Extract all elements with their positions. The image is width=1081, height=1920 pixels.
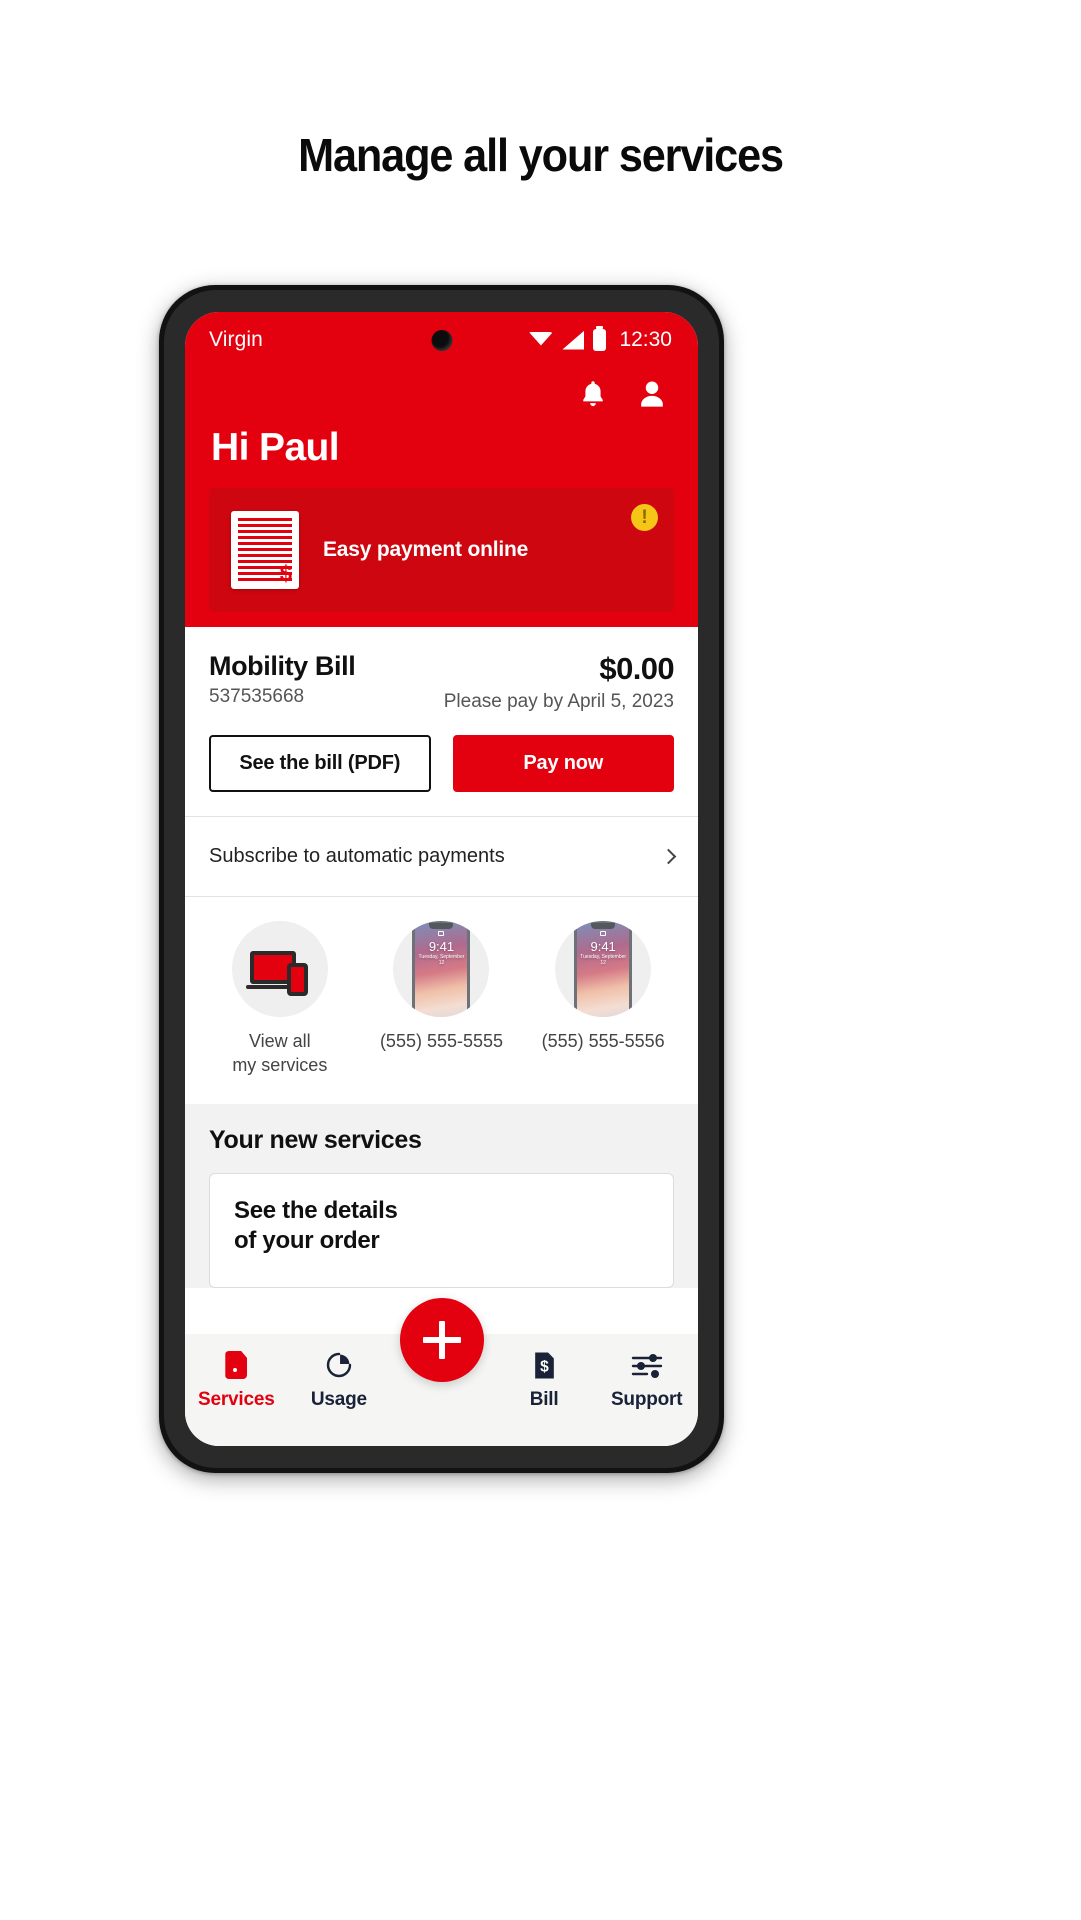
see-bill-pdf-button[interactable]: See the bill (PDF) xyxy=(209,735,431,792)
tab-label: Bill xyxy=(529,1389,559,1410)
tab-bill[interactable]: $ Bill xyxy=(493,1350,596,1411)
bill-right: $0.00 Please pay by April 5, 2023 xyxy=(443,651,675,713)
bill-document-icon: $ xyxy=(532,1350,557,1380)
carrier-label: Virgin xyxy=(209,328,263,351)
subscribe-automatic-payments-row[interactable]: Subscribe to automatic payments xyxy=(185,817,698,896)
bill-left: Mobility Bill 537535668 xyxy=(209,651,356,708)
svg-text:$: $ xyxy=(540,1358,549,1375)
new-services-section: Your new services See the details of you… xyxy=(185,1103,698,1289)
tab-support[interactable]: Support xyxy=(595,1350,698,1411)
service-phone-1[interactable]: 9:41 Tuesday, September 12 (555) 555-555… xyxy=(365,921,517,1078)
tab-label: Services xyxy=(198,1389,275,1410)
wifi-icon xyxy=(528,331,553,350)
invoice-icon: $ xyxy=(231,511,299,589)
order-card-title: See the details of your order xyxy=(234,1196,398,1255)
phone-mockup: Virgin 12:30 Hi Paul $ Easy payment onli… xyxy=(159,285,724,1473)
promo-card-easy-payment[interactable]: $ Easy payment online ! xyxy=(209,488,674,612)
header-actions xyxy=(185,368,698,416)
iphone-screen-date: Tuesday, September 12 xyxy=(418,954,465,966)
person-icon[interactable] xyxy=(638,379,666,409)
iphone-photo: 9:41 Tuesday, September 12 xyxy=(555,921,652,1017)
tab-services[interactable]: Services xyxy=(185,1350,288,1411)
promo-card-title: Easy payment online xyxy=(323,538,529,561)
iphone-photo: 9:41 Tuesday, September 12 xyxy=(393,921,490,1017)
service-view-all[interactable]: View all my services xyxy=(204,921,356,1078)
iphone-screen-time: 9:41 xyxy=(590,939,616,954)
service-label: View all my services xyxy=(232,1031,328,1076)
chevron-right-icon xyxy=(660,848,677,865)
bill-amount: $0.00 xyxy=(599,651,674,686)
tab-label: Support xyxy=(610,1389,683,1410)
service-phone-2[interactable]: 9:41 Tuesday, September 12 (555) 555-555… xyxy=(527,921,679,1078)
status-bar: Virgin 12:30 xyxy=(185,312,698,368)
bill-due-date: Please pay by April 5, 2023 xyxy=(443,691,674,712)
iphone-screen-date: Tuesday, September 12 xyxy=(580,954,627,966)
sim-card-icon xyxy=(225,1350,248,1380)
devices-icon xyxy=(231,921,328,1017)
battery-icon xyxy=(593,326,607,351)
settings-sliders-icon xyxy=(631,1350,663,1380)
service-label: (555) 555-5556 xyxy=(541,1031,665,1051)
status-icons: 12:30 xyxy=(528,326,672,352)
bell-icon[interactable] xyxy=(580,379,606,409)
subscribe-label: Subscribe to automatic payments xyxy=(209,845,505,867)
service-label: (555) 555-5555 xyxy=(379,1031,504,1051)
bill-account-number: 537535668 xyxy=(209,686,305,707)
bill-actions: See the bill (PDF) Pay now xyxy=(209,735,674,816)
pie-chart-icon xyxy=(325,1350,353,1380)
pay-now-button[interactable]: Pay now xyxy=(452,735,674,792)
add-button-fab[interactable] xyxy=(399,1298,484,1382)
order-details-card[interactable]: See the details of your order xyxy=(209,1172,674,1289)
tab-usage[interactable]: Usage xyxy=(288,1350,391,1411)
bill-summary: Mobility Bill 537535668 $0.00 Please pay… xyxy=(209,651,675,713)
phone-screen: Virgin 12:30 Hi Paul $ Easy payment onli… xyxy=(185,312,698,1446)
app-header: Virgin 12:30 Hi Paul $ Easy payment onli… xyxy=(185,312,698,627)
signal-icon xyxy=(562,330,585,350)
services-shortcuts: View all my services 9:41 Tuesday, Septe… xyxy=(185,897,698,1104)
tab-label: Usage xyxy=(310,1389,367,1410)
new-services-title: Your new services xyxy=(209,1125,422,1154)
bottom-tab-bar: Services Usage $ Bill Support xyxy=(185,1298,698,1446)
plus-icon xyxy=(422,1321,461,1359)
iphone-screen-time: 9:41 xyxy=(428,939,455,954)
bill-card: Mobility Bill 537535668 $0.00 Please pay… xyxy=(185,627,698,816)
bill-title: Mobility Bill xyxy=(209,651,356,681)
promo-alert-badge: ! xyxy=(631,504,658,531)
page-title: Manage all your services xyxy=(298,129,784,181)
status-time: 12:30 xyxy=(619,328,672,351)
greeting-title: Hi Paul xyxy=(211,426,340,469)
